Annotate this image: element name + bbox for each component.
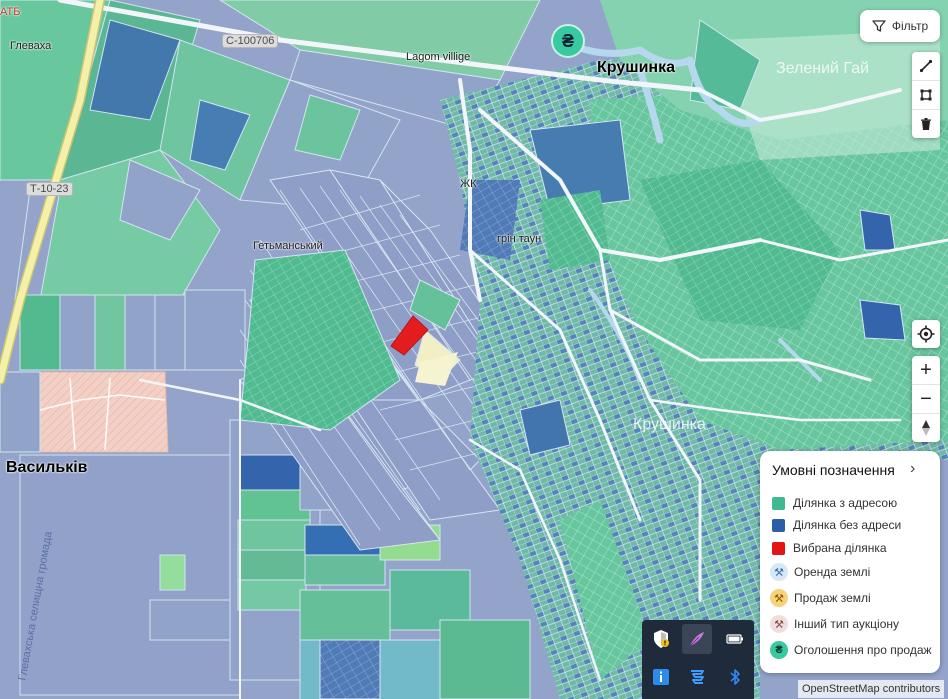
sale-auction-icon: ⚒	[770, 589, 788, 607]
place-vasylkiv: Васильків	[6, 459, 88, 476]
info-icon[interactable]	[646, 662, 676, 692]
legend-item: Ділянка з адресою	[772, 493, 897, 513]
legend-item: Ділянка без адреси	[772, 515, 901, 535]
trash-icon	[921, 118, 931, 130]
legend-item: ⚒ Оренда землі	[770, 562, 871, 582]
legend-item-label: Вибрана ділянка	[793, 541, 887, 555]
line-draw-button[interactable]	[912, 52, 940, 81]
system-tray-popup	[642, 620, 754, 699]
legend-item-label: Ділянка без адреси	[793, 518, 902, 532]
place-zelenyi-hai: Зелений Гай	[776, 60, 870, 77]
line-draw-icon	[919, 59, 933, 73]
locate-button[interactable]	[912, 320, 940, 348]
place-hlevakha: Глеваха	[10, 40, 52, 52]
locate-control	[912, 320, 940, 348]
funnel-icon	[872, 20, 886, 32]
trash-button[interactable]	[912, 110, 940, 138]
atb-label: АТБ	[0, 6, 21, 18]
shield-warning-icon[interactable]	[646, 624, 676, 654]
legend-panel: Умовні позначення › Ділянка з адресою Ді…	[760, 451, 940, 673]
legend-item: ₴ Оголошення про продаж	[770, 640, 932, 660]
zoom-out-button[interactable]: −	[912, 385, 940, 414]
attribution-text: OpenStreetMap contributors	[802, 683, 941, 695]
place-krushynka-south: Крушинка	[633, 416, 706, 433]
zoom-control: + −	[912, 356, 940, 442]
filter-label: Фільтр	[891, 19, 929, 33]
compass-button[interactable]	[912, 414, 940, 442]
swatch-selected	[772, 541, 785, 555]
sale-announcement-icon: ₴	[770, 641, 788, 659]
map-attribution[interactable]: OpenStreetMap contributors	[798, 680, 945, 698]
place-green-town: грін таун	[497, 233, 542, 245]
place-zhk: ЖК	[460, 178, 477, 190]
legend-item-label: Оголошення про продаж	[794, 643, 932, 657]
swatch-without-address	[772, 518, 785, 532]
legend-title: Умовні позначення	[772, 462, 895, 478]
polygon-draw-icon	[920, 89, 932, 101]
legend-item-label: Інший тип аукціону	[794, 617, 899, 631]
place-hetmanskyi: Гетьманський	[253, 240, 323, 252]
draw-toolbar	[912, 52, 940, 138]
locate-icon	[917, 325, 935, 343]
sale-announcement-pin-icon[interactable]: ₴	[551, 24, 585, 58]
legend-item-label: Оренда землі	[794, 565, 871, 579]
road-ref-t1023: Т-10-23	[26, 182, 73, 196]
legend-item: Вибрана ділянка	[772, 538, 887, 558]
battery-icon[interactable]	[720, 624, 750, 654]
zoom-in-button[interactable]: +	[912, 356, 940, 385]
legend-item: ⚒ Інший тип аукціону	[770, 614, 899, 634]
place-lagom: Lagom villige	[406, 51, 471, 63]
place-krushynka: Крушинка	[597, 59, 675, 76]
filter-button[interactable]: Фільтр	[860, 10, 940, 42]
rent-auction-icon: ⚒	[770, 563, 788, 581]
swatch-with-address	[772, 496, 785, 510]
wallet-icon[interactable]	[682, 662, 712, 692]
legend-item-label: Продаж землі	[794, 591, 871, 605]
legend-item-label: Ділянка з адресою	[793, 496, 898, 510]
polygon-draw-button[interactable]	[912, 81, 940, 110]
feather-icon[interactable]	[682, 624, 712, 654]
chevron-right-icon[interactable]: ›	[910, 460, 915, 478]
bluetooth-icon[interactable]	[720, 662, 750, 692]
road-ref-c100706: С-100706	[222, 34, 279, 48]
compass-icon	[922, 420, 930, 436]
legend-item: ⚒ Продаж землі	[770, 588, 871, 608]
other-auction-icon: ⚒	[770, 615, 788, 633]
